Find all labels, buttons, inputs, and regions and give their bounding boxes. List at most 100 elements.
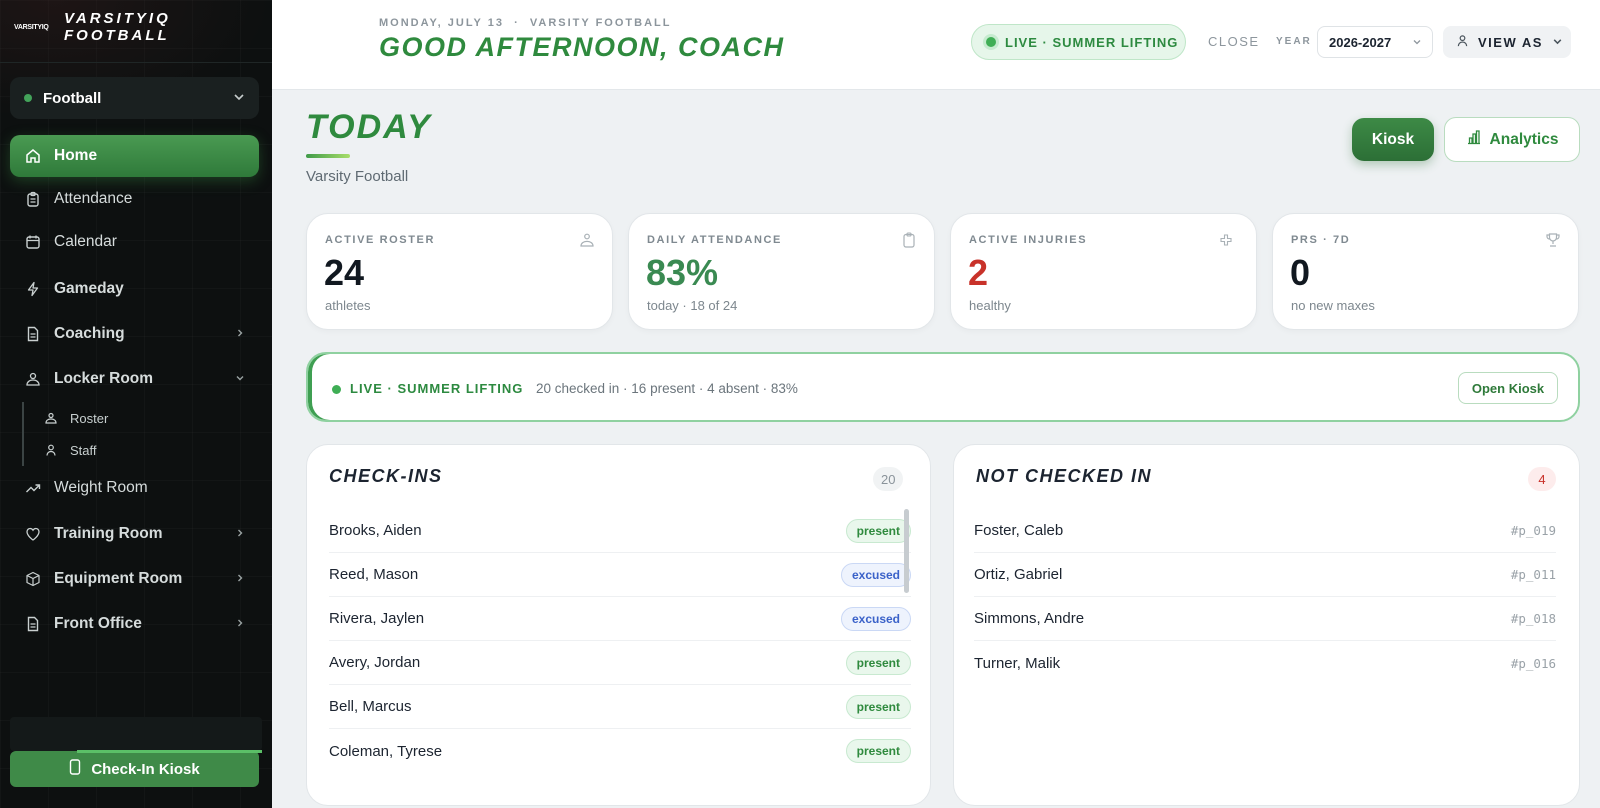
chevron-down-icon	[1552, 35, 1563, 50]
athlete-id: #p_016	[1510, 655, 1556, 671]
kiosk-button-highlight	[77, 750, 262, 753]
list-item[interactable]: Bell, Marcus present	[329, 685, 911, 729]
sidebar-item-locker-room[interactable]: Locker Room	[10, 358, 259, 400]
year-select[interactable]: 2026-2027	[1317, 26, 1433, 58]
chevron-right-icon	[235, 525, 245, 543]
brand-line-2: FOOTBALL	[64, 27, 170, 44]
athlete-name: Foster, Caleb	[974, 522, 1064, 539]
athlete-name: Avery, Jordan	[329, 654, 421, 671]
check-in-kiosk-label: Check-In Kiosk	[91, 760, 200, 778]
stat-value: 24	[324, 252, 365, 293]
sidebar-item-equipment-room[interactable]: Equipment Room	[10, 558, 259, 600]
kiosk-button[interactable]: Kiosk	[1352, 118, 1434, 161]
stat-card-daily-attendance[interactable]: DAILY ATTENDANCE 83% today · 18 of 24	[628, 213, 935, 330]
count-badge: 4	[1528, 467, 1556, 491]
stat-card-prs[interactable]: PRS · 7D 0 no new maxes	[1272, 213, 1579, 330]
scrollbar[interactable]	[904, 509, 909, 593]
people-icon	[24, 370, 42, 388]
banner-title: LIVE · SUMMER LIFTING	[350, 381, 524, 396]
athlete-name: Coleman, Tyrese	[329, 742, 443, 760]
bolt-icon	[24, 280, 42, 298]
stat-value: 0	[1290, 252, 1311, 293]
stat-sub: athletes	[325, 298, 371, 313]
athlete-id: #p_011	[1510, 567, 1556, 582]
stat-sub: healthy	[969, 298, 1011, 313]
check-in-kiosk-button[interactable]: Check-In Kiosk	[10, 751, 259, 787]
title-underline	[306, 154, 350, 158]
live-session-banner: LIVE · SUMMER LIFTING 20 checked in · 16…	[306, 352, 1580, 422]
list-item[interactable]: Rivera, Jaylen excused	[329, 597, 911, 641]
date-line: MONDAY, JULY 13 · VARSITY FOOTBALL	[379, 17, 672, 29]
status-badge: excused	[840, 606, 911, 631]
calendar-icon	[24, 233, 42, 251]
list-item[interactable]: Turner, Malik #p_016	[974, 641, 1556, 685]
stat-value: 83%	[646, 252, 719, 293]
athlete-id: #p_019	[1510, 523, 1556, 538]
chevron-right-icon	[235, 570, 245, 588]
list-item[interactable]: Coleman, Tyrese present	[329, 729, 911, 773]
view-as-label: VIEW AS	[1478, 34, 1543, 50]
chevron-down-icon	[233, 90, 245, 107]
stat-label: PRS · 7D	[1291, 234, 1351, 246]
person-icon	[44, 443, 58, 457]
sidebar-item-training-room[interactable]: Training Room	[10, 513, 259, 555]
sidebar-item-attendance[interactable]: Attendance	[10, 178, 259, 220]
section-subtitle: Varsity Football	[306, 168, 409, 185]
sidebar-item-gameday[interactable]: Gameday	[10, 268, 259, 310]
sidebar-subitem-staff[interactable]: Staff	[44, 437, 97, 463]
live-session-pill[interactable]: LIVE · SUMMER LIFTING	[971, 24, 1186, 60]
sidebar-subitem-label: Roster	[70, 410, 109, 426]
sidebar-item-front-office[interactable]: Front Office	[10, 603, 259, 645]
athlete-name: Ortiz, Gabriel	[974, 566, 1063, 583]
sidebar-footer	[10, 717, 262, 751]
athlete-name: Simmons, Andre	[974, 610, 1085, 627]
sidebar-subitem-roster[interactable]: Roster	[44, 405, 108, 431]
list-item[interactable]: Ortiz, Gabriel #p_011	[974, 553, 1556, 597]
stat-sub: today · 18 of 24	[647, 298, 738, 313]
brand-logo[interactable]: VARSITYIQ VARSITYIQ FOOTBALL	[14, 10, 171, 44]
count-badge: 20	[873, 467, 904, 491]
sidebar-item-label: Equipment Room	[54, 570, 183, 587]
sidebar-item-coaching[interactable]: Coaching	[10, 313, 259, 355]
view-as-button[interactable]: VIEW AS	[1443, 26, 1571, 58]
sidebar-item-weight-room[interactable]: Weight Room	[10, 467, 259, 509]
people-icon	[44, 411, 58, 425]
athlete-name: Rivera, Jaylen	[329, 610, 425, 627]
analytics-button[interactable]: Analytics	[1444, 117, 1580, 162]
sidebar-item-label: Attendance	[54, 190, 133, 207]
open-kiosk-button[interactable]: Open Kiosk	[1458, 372, 1558, 404]
stat-sub: no new maxes	[1291, 298, 1375, 313]
roster-icon	[579, 232, 595, 248]
status-badge: present	[845, 518, 911, 543]
sport-select[interactable]: Football	[10, 77, 259, 119]
live-session-label: LIVE · SUMMER LIFTING	[1005, 34, 1179, 50]
list-item[interactable]: Avery, Jordan present	[329, 641, 911, 685]
sidebar-item-calendar[interactable]: Calendar	[10, 221, 259, 263]
status-badge: excused	[840, 562, 911, 587]
athlete-id: #p_018	[1510, 611, 1556, 626]
medical-cross-icon	[1218, 232, 1234, 248]
document-icon	[24, 325, 42, 343]
divider	[0, 62, 272, 63]
chevron-right-icon	[235, 615, 245, 633]
sidebar-item-home[interactable]: Home	[10, 135, 259, 177]
trend-icon	[24, 479, 42, 497]
sidebar-item-label: Calendar	[54, 233, 117, 250]
close-session-link[interactable]: CLOSE	[1208, 34, 1260, 49]
athlete-name: Turner, Malik	[974, 654, 1061, 672]
stat-card-active-injuries[interactable]: ACTIVE INJURIES 2 healthy	[950, 213, 1257, 330]
year-label: YEAR	[1276, 36, 1312, 47]
sidebar-item-label: Training Room	[54, 525, 163, 542]
list-item[interactable]: Brooks, Aiden present	[329, 509, 911, 553]
chevron-down-icon	[235, 370, 245, 388]
brand-line-1: VARSITYIQ	[64, 10, 171, 27]
chevron-down-icon	[1412, 35, 1422, 50]
list-item[interactable]: Reed, Mason excused	[329, 553, 911, 597]
stat-card-active-roster[interactable]: ACTIVE ROSTER 24 athletes	[306, 213, 613, 330]
sidebar-item-label: Gameday	[54, 280, 124, 297]
list-item[interactable]: Simmons, Andre #p_018	[974, 597, 1556, 641]
sidebar-item-label: Coaching	[54, 325, 125, 342]
list-item[interactable]: Foster, Caleb #p_019	[974, 509, 1556, 553]
status-badge: present	[845, 739, 911, 763]
stat-label: ACTIVE INJURIES	[969, 234, 1088, 246]
